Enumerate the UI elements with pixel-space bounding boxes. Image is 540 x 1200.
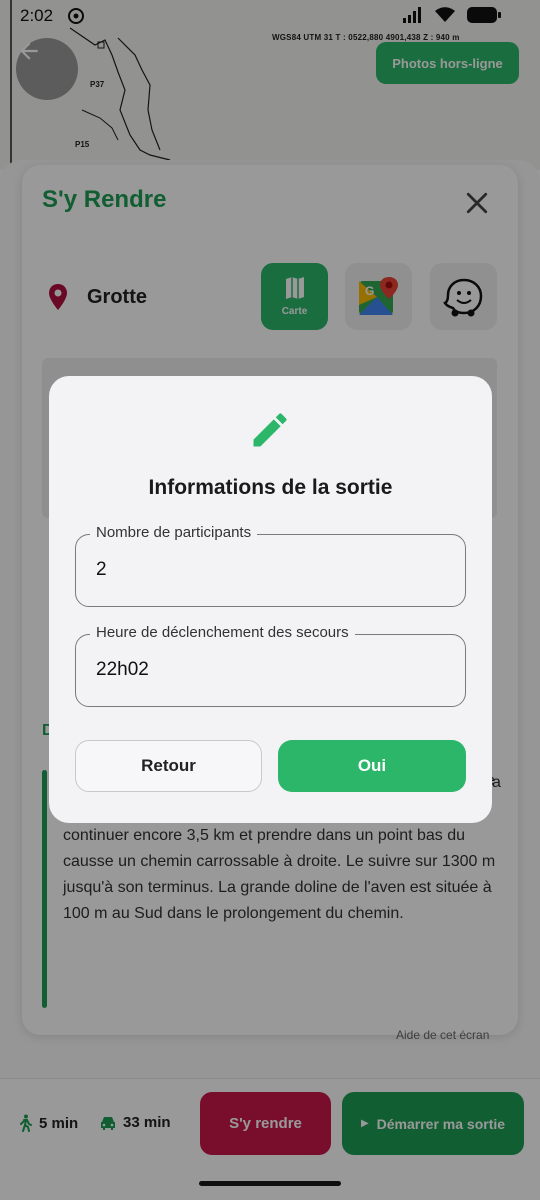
participants-label: Nombre de participants xyxy=(90,524,258,541)
alarm-time-field[interactable]: Heure de déclenchement des secours xyxy=(75,624,466,707)
participants-input[interactable] xyxy=(96,559,436,581)
confirm-button[interactable]: Oui xyxy=(278,740,466,792)
outing-info-dialog: Informations de la sortie Nombre de part… xyxy=(49,376,492,823)
pencil-icon xyxy=(253,413,287,447)
dialog-title: Informations de la sortie xyxy=(148,476,393,499)
alarm-time-label: Heure de déclenchement des secours xyxy=(90,624,355,641)
back-dialog-button[interactable]: Retour xyxy=(75,740,262,792)
participants-field[interactable]: Nombre de participants xyxy=(75,524,466,607)
alarm-time-input[interactable] xyxy=(96,659,436,681)
